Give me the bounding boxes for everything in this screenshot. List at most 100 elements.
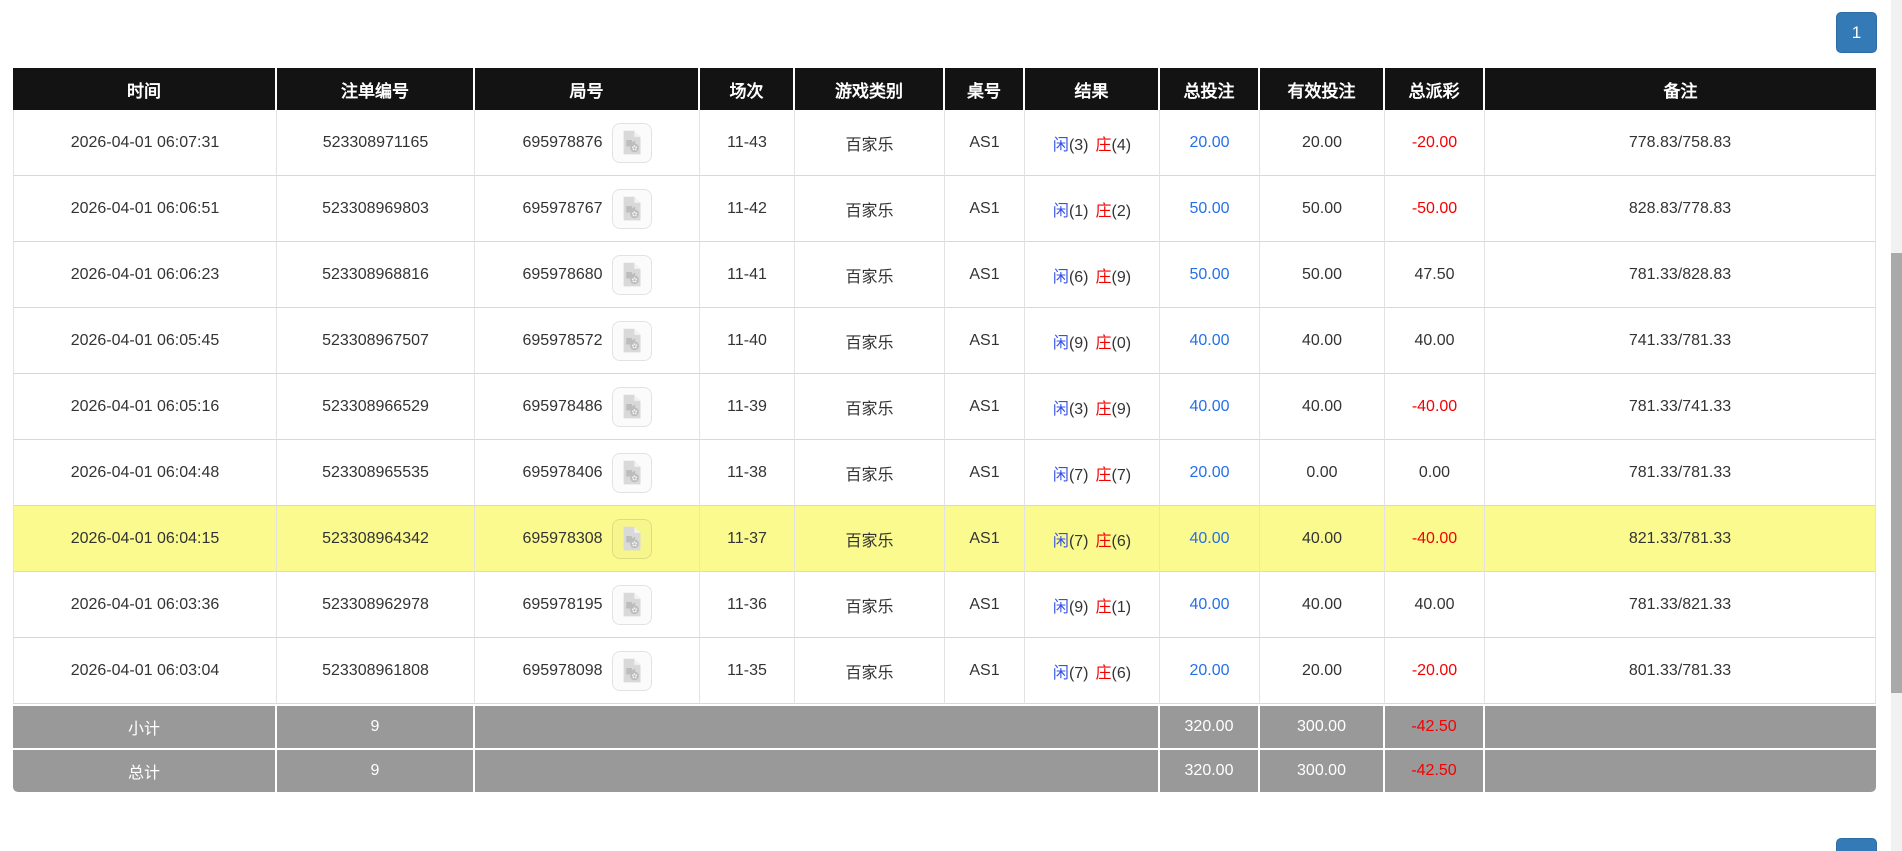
cell-result: 闲(7) 庄(6) [1025,638,1160,704]
table-row[interactable]: 2026-04-01 06:07:31 523308971165 6959788… [13,110,1876,176]
video-file-icon [623,394,641,419]
cell-table-no: AS1 [945,176,1025,242]
result-player-label: 闲 [1052,466,1069,484]
table-row[interactable]: 2026-04-01 06:06:51 523308969803 6959787… [13,176,1876,242]
cell-remark: 781.33/741.33 [1485,374,1876,440]
table-row[interactable]: 2026-04-01 06:04:48 523308965535 6959784… [13,440,1876,506]
cell-round: 695978195 [475,572,700,638]
cell-time: 2026-04-01 06:03:36 [13,572,277,638]
cell-valid-bet: 40.00 [1260,572,1385,638]
table-row[interactable]: 2026-04-01 06:03:04 523308961808 6959780… [13,638,1876,704]
cell-valid-bet: 20.00 [1260,638,1385,704]
result-player-label: 闲 [1052,664,1069,682]
cell-bet-id: 523308967507 [277,308,475,374]
cell-time: 2026-04-01 06:05:16 [13,374,277,440]
cell-payout: 40.00 [1385,572,1485,638]
cell-valid-bet: 40.00 [1260,506,1385,572]
summary-row: 小计 9 320.00 300.00 -42.50 [13,704,1876,748]
table-row[interactable]: 2026-04-01 06:03:36 523308962978 6959781… [13,572,1876,638]
cell-result: 闲(3) 庄(4) [1025,110,1160,176]
video-file-icon [623,196,641,221]
result-player-score: (7) [1068,664,1089,682]
video-replay-button[interactable] [611,584,652,625]
cell-session: 11-41 [700,242,795,308]
video-file-icon [623,592,641,617]
cell-table-no: AS1 [945,110,1025,176]
cell-game-type: 百家乐 [795,242,945,308]
cell-remark: 801.33/781.33 [1485,638,1876,704]
result-player-score: (9) [1068,598,1089,616]
bet-history-page: 1 时间 注单编号 局号 场次 游戏类别 桌号 结果 总投注 有效投注 总派彩 … [0,0,1902,851]
cell-table-no: AS1 [945,242,1025,308]
cell-table-no: AS1 [945,638,1025,704]
cell-valid-bet: 50.00 [1260,176,1385,242]
vertical-scrollbar-track[interactable] [1891,0,1902,851]
cell-time: 2026-04-01 06:06:51 [13,176,277,242]
cell-valid-bet: 0.00 [1260,440,1385,506]
cell-payout: 40.00 [1385,308,1485,374]
summary-row: 总计 9 320.00 300.00 -42.50 [13,748,1876,792]
summary-spacer [475,748,1160,792]
table-row[interactable]: 2026-04-01 06:06:23 523308968816 6959786… [13,242,1876,308]
result-banker-score: (9) [1111,400,1132,418]
cell-total-bet: 40.00 [1160,572,1260,638]
cell-result: 闲(6) 庄(9) [1025,242,1160,308]
cell-game-type: 百家乐 [795,374,945,440]
cell-bet-id: 523308962978 [277,572,475,638]
result-player-label: 闲 [1052,334,1069,352]
cell-remark: 778.83/758.83 [1485,110,1876,176]
cell-total-bet: 20.00 [1160,638,1260,704]
video-replay-button[interactable] [611,188,652,229]
cell-payout: 0.00 [1385,440,1485,506]
cell-payout: -40.00 [1385,374,1485,440]
result-player-label: 闲 [1052,598,1069,616]
cell-result: 闲(7) 庄(6) [1025,506,1160,572]
summary-total-bet: 320.00 [1160,704,1260,748]
cell-bet-id: 523308971165 [277,110,475,176]
cell-payout: -20.00 [1385,638,1485,704]
cell-game-type: 百家乐 [795,506,945,572]
cell-remark: 781.33/828.83 [1485,242,1876,308]
video-replay-button[interactable] [611,386,652,427]
cell-session: 11-37 [700,506,795,572]
col-header-table-no: 桌号 [945,68,1025,110]
summary-count: 9 [277,748,475,792]
video-replay-button[interactable] [611,452,652,493]
video-replay-button[interactable] [611,518,652,559]
result-player-score: (7) [1068,532,1089,550]
cell-valid-bet: 20.00 [1260,110,1385,176]
video-replay-button[interactable] [611,122,652,163]
result-player-score: (3) [1068,400,1089,418]
cell-time: 2026-04-01 06:06:23 [13,242,277,308]
result-banker-score: (4) [1111,136,1132,154]
table-row[interactable]: 2026-04-01 06:05:16 523308966529 6959784… [13,374,1876,440]
result-banker-score: (7) [1111,466,1132,484]
cell-payout: 47.50 [1385,242,1485,308]
pagination-page-1-button-top[interactable]: 1 [1836,12,1877,53]
vertical-scrollbar-thumb[interactable] [1891,253,1902,693]
cell-session: 11-36 [700,572,795,638]
result-banker-label: 庄 [1095,202,1112,220]
video-replay-button[interactable] [611,254,652,295]
cell-bet-id: 523308968816 [277,242,475,308]
cell-table-no: AS1 [945,440,1025,506]
cell-total-bet: 20.00 [1160,110,1260,176]
result-player-score: (6) [1068,268,1089,286]
round-number: 695978572 [522,331,603,349]
col-header-payout: 总派彩 [1385,68,1485,110]
table-row[interactable]: 2026-04-01 06:05:45 523308967507 6959785… [13,308,1876,374]
cell-session: 11-38 [700,440,795,506]
pagination-page-1-button-bottom[interactable]: 1 [1836,838,1877,851]
summary-label: 总计 [13,748,277,792]
cell-result: 闲(9) 庄(0) [1025,308,1160,374]
cell-total-bet: 50.00 [1160,242,1260,308]
result-banker-label: 庄 [1095,334,1112,352]
result-player-label: 闲 [1052,268,1069,286]
video-file-icon [623,130,641,155]
result-player-score: (7) [1068,466,1089,484]
video-replay-button[interactable] [611,650,652,691]
video-replay-button[interactable] [611,320,652,361]
table-row[interactable]: 2026-04-01 06:04:15 523308964342 6959783… [13,506,1876,572]
result-banker-label: 庄 [1095,532,1112,550]
cell-total-bet: 20.00 [1160,440,1260,506]
